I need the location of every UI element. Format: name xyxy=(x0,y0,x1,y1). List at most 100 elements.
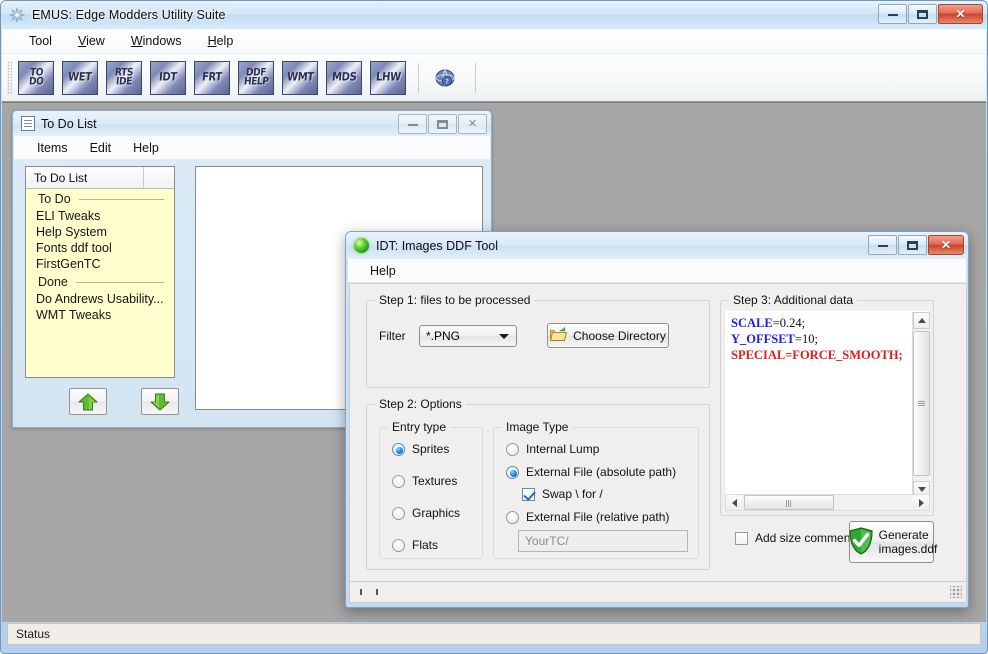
list-item[interactable]: ELI Tweaks xyxy=(26,208,174,224)
toolbar-button-mds[interactable]: MDS xyxy=(324,60,364,96)
toolbar-button-ddf-help[interactable]: DDF HELP xyxy=(236,60,276,96)
toolbar-button-help[interactable]: ? xyxy=(425,60,465,96)
triangle-right-icon xyxy=(918,498,924,507)
minimize-icon xyxy=(887,13,898,16)
idt-dialog-window: IDT: Images DDF Tool ✕ Help Step 1: file… xyxy=(345,231,969,608)
todo-list-view[interactable]: To Do List To Do ELI Tweaks Help System … xyxy=(25,166,175,378)
toolbar-grip[interactable] xyxy=(7,60,12,95)
document-icon xyxy=(21,116,35,131)
todo-menu-edit[interactable]: Edit xyxy=(79,139,123,157)
radio-entry-graphics[interactable]: Graphics xyxy=(392,506,460,520)
move-item-up-button[interactable] xyxy=(69,388,107,415)
close-button[interactable]: ✕ xyxy=(938,4,983,24)
todo-menu-help[interactable]: Help xyxy=(122,139,170,157)
minimize-icon xyxy=(877,244,888,247)
toolbar-button-rts-ide[interactable]: RTS IDE xyxy=(104,60,144,96)
toolbar-button-wmt[interactable]: WMT xyxy=(280,60,320,96)
scroll-left-button[interactable] xyxy=(726,495,742,510)
generate-images-ddf-button[interactable]: Generate images.ddf xyxy=(848,521,937,563)
idt-menu-bar: Help xyxy=(348,259,966,283)
idt-maximize-button[interactable] xyxy=(898,235,927,255)
main-title-bar[interactable]: EMUS: Edge Modders Utility Suite ✕ xyxy=(1,1,987,29)
todo-minimize-button[interactable] xyxy=(398,114,427,134)
todo-maximize-button[interactable] xyxy=(428,114,457,134)
todo-column-extra[interactable] xyxy=(144,167,174,188)
menu-windows[interactable]: Windows xyxy=(118,31,195,51)
idt-menu-help[interactable]: Help xyxy=(362,262,404,280)
main-toolbar: TO DO WET RTS IDE IDT FRT DDF HELP WMT M… xyxy=(2,54,986,102)
resize-grip-icon[interactable] xyxy=(950,586,962,598)
maximize-button[interactable] xyxy=(908,4,937,24)
radio-unselected-icon xyxy=(506,510,519,524)
vertical-scrollbar[interactable] xyxy=(912,312,930,498)
add-size-comment-checkbox[interactable]: Add size comment xyxy=(735,531,854,545)
close-icon: ✕ xyxy=(467,117,478,130)
list-item[interactable]: Do Andrews Usability... xyxy=(26,291,174,307)
step2-legend: Step 2: Options xyxy=(375,397,466,411)
wet-icon: WET xyxy=(62,60,98,95)
menu-tool[interactable]: Tool xyxy=(16,31,65,51)
list-item[interactable]: WMT Tweaks xyxy=(26,307,174,323)
wmt-icon: WMT xyxy=(282,60,318,95)
step3-groupbox: Step 3: Additional data SCALE=0.24; Y_OFF… xyxy=(720,293,934,516)
radio-entry-flats[interactable]: Flats xyxy=(392,538,438,552)
todo-window-title: To Do List xyxy=(41,116,97,131)
green-shield-check-icon xyxy=(848,526,874,558)
move-item-down-button[interactable] xyxy=(141,388,179,415)
swap-slashes-checkbox[interactable]: Swap \ for / xyxy=(522,487,603,501)
toolbar-button-wet[interactable]: WET xyxy=(60,60,100,96)
menu-view-accel: V xyxy=(77,34,87,48)
radio-unselected-icon xyxy=(506,442,519,456)
vertical-scrollbar-thumb[interactable] xyxy=(913,331,930,476)
menu-view[interactable]: View xyxy=(65,31,118,51)
horizontal-scrollbar[interactable] xyxy=(725,494,930,511)
step1-groupbox: Step 1: files to be processed Filter *.P… xyxy=(366,293,710,388)
radio-entry-textures[interactable]: Textures xyxy=(392,474,457,488)
svg-text:?: ? xyxy=(445,78,449,86)
filter-combobox[interactable]: *.PNG xyxy=(419,325,517,347)
rts-ide-icon: RTS IDE xyxy=(106,60,142,95)
radio-entry-sprites[interactable]: Sprites xyxy=(392,442,449,456)
triangle-left-icon xyxy=(731,498,737,507)
arrow-down-icon xyxy=(150,393,170,411)
list-item[interactable]: Help System xyxy=(26,224,174,240)
toolbar-button-lhw[interactable]: LHW xyxy=(368,60,408,96)
radio-internal-lump[interactable]: Internal Lump xyxy=(506,442,599,456)
checkbox-unchecked-icon xyxy=(735,531,748,545)
step3-legend: Step 3: Additional data xyxy=(729,293,858,307)
todo-title-bar[interactable]: To Do List ✕ xyxy=(13,111,491,136)
generate-label-line1: Generate xyxy=(878,528,929,542)
entry-type-legend: Entry type xyxy=(388,420,451,434)
image-type-legend: Image Type xyxy=(502,420,573,434)
toolbar-button-todo[interactable]: TO DO xyxy=(16,60,56,96)
toolbar-button-frt[interactable]: FRT xyxy=(192,60,232,96)
radio-unselected-icon xyxy=(392,538,405,552)
filter-combobox-value: *.PNG xyxy=(426,329,461,343)
menu-help[interactable]: Help xyxy=(195,31,247,51)
group-divider-line xyxy=(78,198,164,200)
idt-title-bar[interactable]: IDT: Images DDF Tool ✕ xyxy=(346,232,968,259)
radio-external-relative[interactable]: External File (relative path) xyxy=(506,510,669,524)
todo-group-header-todo: To Do xyxy=(26,189,174,208)
list-item[interactable]: FirstGenTC xyxy=(26,256,174,272)
minimize-button[interactable] xyxy=(878,4,907,24)
horizontal-scrollbar-thumb[interactable] xyxy=(744,495,834,510)
idt-minimize-button[interactable] xyxy=(868,235,897,255)
todo-icon: TO DO xyxy=(18,60,54,95)
todo-close-button[interactable]: ✕ xyxy=(458,114,487,134)
radio-external-absolute[interactable]: External File (absolute path) xyxy=(506,465,676,479)
lhw-icon: LHW xyxy=(370,60,406,95)
todo-menu-items[interactable]: Items xyxy=(26,139,79,157)
todo-column-main[interactable]: To Do List xyxy=(26,167,144,188)
relative-path-input[interactable]: YourTC/ xyxy=(518,530,688,552)
choose-directory-button[interactable]: Choose Directory xyxy=(547,323,669,348)
idt-close-button[interactable]: ✕ xyxy=(928,235,964,255)
scroll-up-button[interactable] xyxy=(913,312,930,329)
list-item[interactable]: Fonts ddf tool xyxy=(26,240,174,256)
green-orb-icon xyxy=(354,238,369,253)
additional-data-textarea[interactable]: SCALE=0.24; Y_OFFSET=10; SPECIAL=FORCE_SMO… xyxy=(725,311,930,511)
step2-groupbox: Step 2: Options Entry type Sprites Textu… xyxy=(366,397,710,570)
toolbar-button-idt[interactable]: IDT xyxy=(148,60,188,96)
todo-menu-bar: Items Edit Help xyxy=(14,136,490,160)
scroll-right-button[interactable] xyxy=(913,495,929,510)
